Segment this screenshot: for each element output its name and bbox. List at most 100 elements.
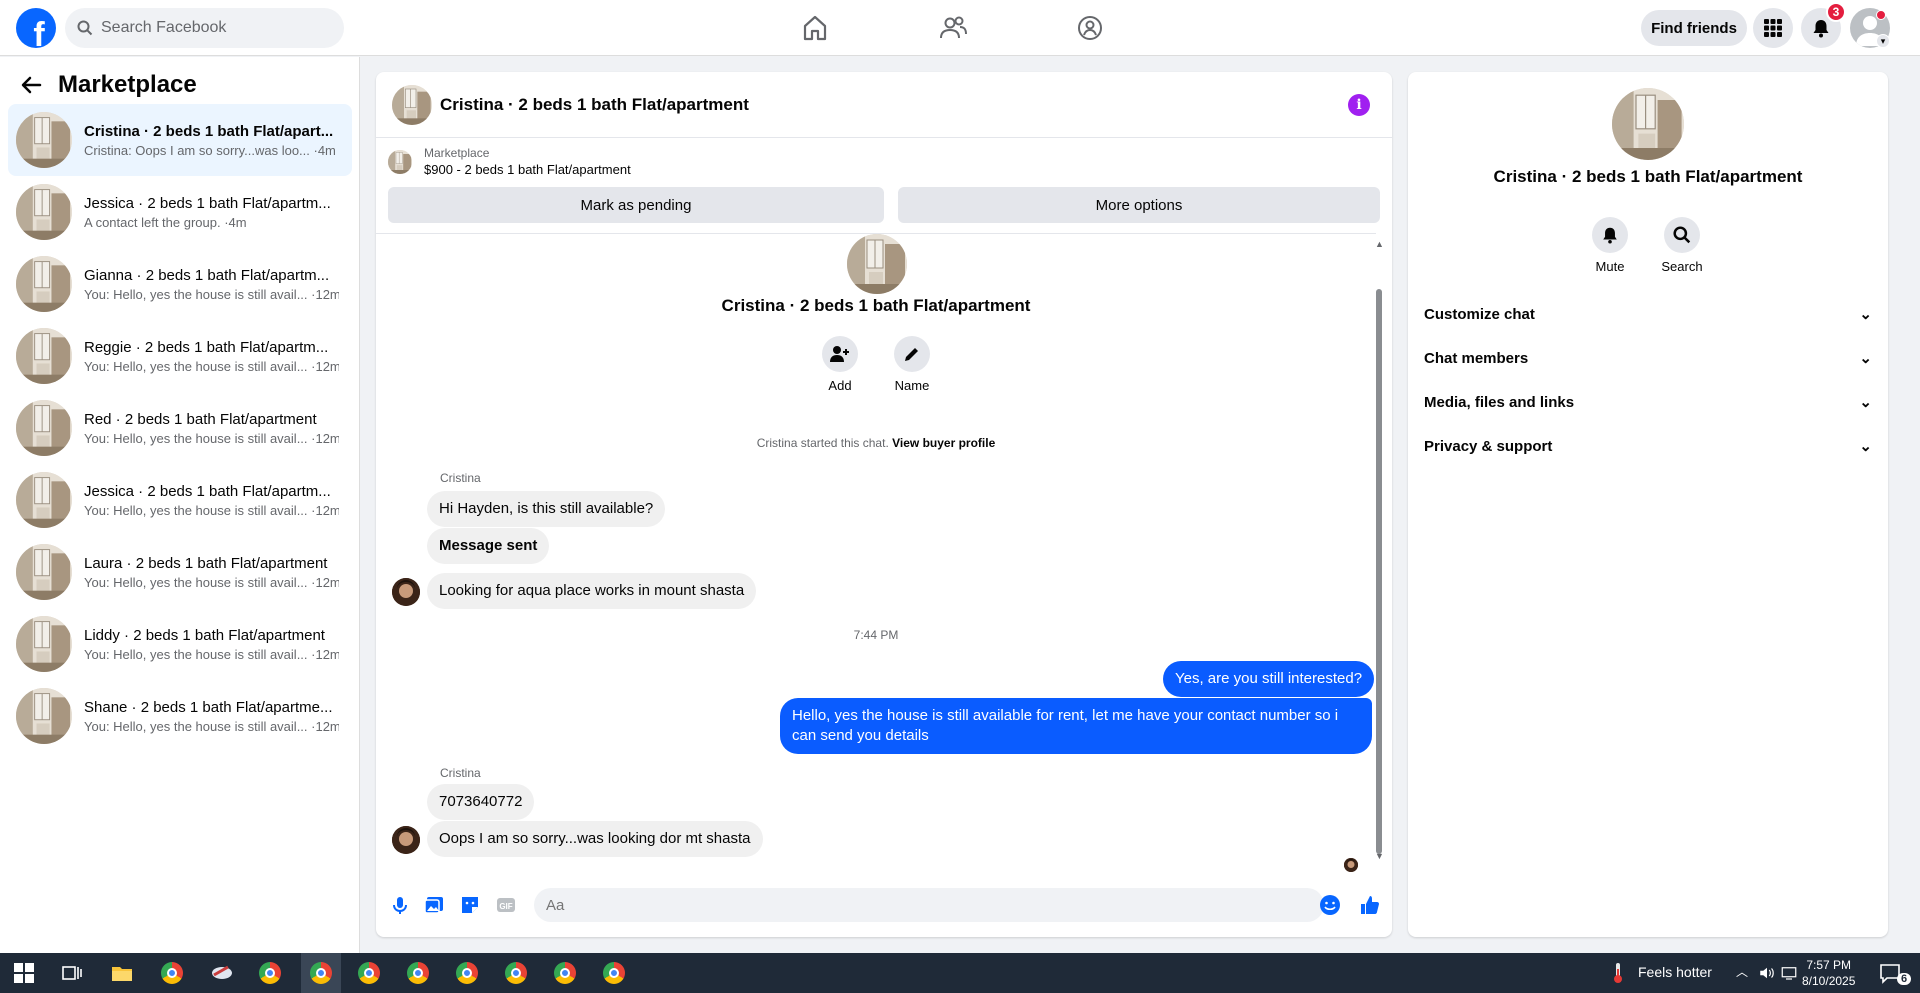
conversation-preview: Cristina: Oops I am so sorry...was loo..… xyxy=(84,142,336,158)
customize-chat-section[interactable]: Customize chat ⌄ xyxy=(1424,294,1872,334)
find-friends-button[interactable]: Find friends xyxy=(1641,10,1747,46)
photo-icon[interactable] xyxy=(423,894,445,916)
gif-icon[interactable]: GIF xyxy=(495,894,517,916)
chrome-icon[interactable] xyxy=(504,961,528,985)
chat-members-section[interactable]: Chat members ⌄ xyxy=(1424,338,1872,378)
message-bubble[interactable]: Looking for aqua place works in mount sh… xyxy=(427,573,757,609)
chrome-icon[interactable] xyxy=(160,961,184,985)
conversation-item[interactable]: Cristina · 2 beds 1 bath Flat/apart... Cr… xyxy=(8,104,352,176)
conversation-item[interactable]: Gianna · 2 beds 1 bath Flat/apartm... You… xyxy=(8,248,352,320)
conversation-preview: You: Hello, yes the house is still avail… xyxy=(84,358,339,374)
message-bubble[interactable]: Oops I am so sorry...was looking dor mt … xyxy=(427,821,763,857)
notification-count-badge: 6 xyxy=(1897,973,1912,985)
grid-menu-icon xyxy=(1764,19,1782,37)
chrome-icon[interactable] xyxy=(357,961,381,985)
sender-avatar[interactable] xyxy=(392,826,420,854)
facebook-logo-icon[interactable]: f xyxy=(16,8,56,48)
chrome-icon[interactable] xyxy=(309,961,333,985)
thread-scrollbar[interactable]: ▲ ▼ xyxy=(1375,239,1384,864)
bell-icon xyxy=(1603,227,1617,244)
app-icon[interactable] xyxy=(210,961,234,985)
conversation-item[interactable]: Liddy · 2 beds 1 bath Flat/apartment You:… xyxy=(8,608,352,680)
scroll-thumb[interactable] xyxy=(1376,289,1382,854)
conversation-thumbnail xyxy=(16,184,72,240)
sender-avatar[interactable] xyxy=(392,578,420,606)
conversation-thumbnail xyxy=(16,256,72,312)
thread-title: Cristina · 2 beds 1 bath Flat/apartment xyxy=(721,296,1031,315)
media-files-links-section[interactable]: Media, files and links ⌄ xyxy=(1424,382,1872,422)
emoji-icon[interactable] xyxy=(1319,894,1341,916)
home-icon[interactable] xyxy=(800,14,830,42)
view-buyer-profile-link[interactable]: View buyer profile xyxy=(892,436,995,450)
chrome-icon[interactable] xyxy=(455,961,479,985)
conversation-preview: You: Hello, yes the house is still avail… xyxy=(84,574,339,590)
windows-taskbar: Feels hotter ︿ 7:57 PM 8/10/2025 6 xyxy=(0,953,1920,993)
chrome-icon[interactable] xyxy=(553,961,577,985)
message-composer: GIF xyxy=(376,872,1392,937)
scroll-up-icon[interactable]: ▲ xyxy=(1375,239,1384,249)
windows-start-icon[interactable] xyxy=(12,961,36,985)
pencil-icon xyxy=(905,348,918,361)
menu-button[interactable] xyxy=(1753,8,1793,48)
conversation-name: Gianna · 2 beds 1 bath Flat/apartm... xyxy=(84,266,330,284)
conversation-thumbnail xyxy=(16,112,72,168)
svg-text:GIF: GIF xyxy=(499,902,512,911)
weather-label[interactable]: Feels hotter xyxy=(1638,964,1712,980)
top-bar: f Find friends 3 ▾ xyxy=(0,0,1920,56)
search-icon xyxy=(77,20,93,36)
search-chat-button[interactable]: Search xyxy=(1652,217,1712,274)
conversation-item[interactable]: Red · 2 beds 1 bath Flat/apartment You: H… xyxy=(8,392,352,464)
message-bubble[interactable]: Hi Hayden, is this still available? xyxy=(427,491,666,527)
thumbs-up-icon[interactable] xyxy=(1359,894,1381,916)
conversation-name: Shane · 2 beds 1 bath Flat/apartme... xyxy=(84,698,333,716)
add-label: Add xyxy=(828,378,852,393)
sender-name: Cristina xyxy=(440,471,481,485)
task-view-icon[interactable] xyxy=(60,961,84,985)
conversation-name: Laura · 2 beds 1 bath Flat/apartment xyxy=(84,554,328,572)
network-icon[interactable] xyxy=(1780,961,1798,985)
scroll-down-icon[interactable]: ▼ xyxy=(1375,851,1384,861)
name-button[interactable]: Name xyxy=(887,336,937,393)
system-clock[interactable]: 7:57 PM 8/10/2025 xyxy=(1802,957,1855,989)
message-bubble[interactable]: Message sent xyxy=(427,528,550,564)
chevron-down-icon[interactable]: ▾ xyxy=(1876,34,1890,48)
my-message-bubble[interactable]: Hello, yes the house is still available … xyxy=(780,698,1372,754)
conversation-thumbnail xyxy=(16,472,72,528)
conversation-item[interactable]: Jessica · 2 beds 1 bath Flat/apartm... Yo… xyxy=(8,464,352,536)
thermometer-icon xyxy=(1614,963,1622,983)
conversation-preview: You: Hello, yes the house is still avail… xyxy=(84,286,339,302)
conversation-item[interactable]: Laura · 2 beds 1 bath Flat/apartment You:… xyxy=(8,536,352,608)
sidebar-header: Marketplace xyxy=(20,71,197,99)
chrome-icon[interactable] xyxy=(406,961,430,985)
seen-avatar xyxy=(1344,858,1358,872)
sidebar-title: Marketplace xyxy=(58,71,197,98)
chevron-up-icon[interactable]: ︿ xyxy=(1736,963,1748,980)
friends-icon[interactable] xyxy=(938,14,968,42)
message-input[interactable] xyxy=(534,888,1324,922)
chrome-icon[interactable] xyxy=(258,961,282,985)
search-input[interactable] xyxy=(101,19,331,37)
message-bubble[interactable]: 7073640772 xyxy=(427,784,535,820)
search-box[interactable] xyxy=(65,8,344,48)
sender-name: Cristina xyxy=(440,766,481,780)
file-explorer-icon[interactable] xyxy=(110,961,134,985)
name-label: Name xyxy=(894,378,930,393)
conversation-name: Jessica · 2 beds 1 bath Flat/apartm... xyxy=(84,194,331,212)
conversation-item[interactable]: Reggie · 2 beds 1 bath Flat/apartm... You… xyxy=(8,320,352,392)
conversation-item[interactable]: Shane · 2 beds 1 bath Flat/apartme... You… xyxy=(8,680,352,752)
groups-icon[interactable] xyxy=(1075,14,1105,42)
chat-started-note: Cristina started this chat. View buyer p… xyxy=(756,436,996,450)
conversation-preview: You: Hello, yes the house is still avail… xyxy=(84,502,339,518)
back-arrow-icon[interactable] xyxy=(20,75,42,95)
mute-button[interactable]: Mute xyxy=(1580,217,1640,274)
speaker-icon[interactable] xyxy=(1758,961,1776,985)
my-message-bubble[interactable]: Yes, are you still interested? xyxy=(1163,661,1375,697)
add-button[interactable]: Add xyxy=(815,336,865,393)
conversation-item[interactable]: Jessica · 2 beds 1 bath Flat/apartm... A … xyxy=(8,176,352,248)
chevron-down-icon: ⌄ xyxy=(1859,350,1872,367)
sticker-icon[interactable] xyxy=(459,894,481,916)
privacy-support-section[interactable]: Privacy & support ⌄ xyxy=(1424,426,1872,466)
chrome-icon[interactable] xyxy=(602,961,626,985)
search-label: Search xyxy=(1661,259,1703,274)
microphone-icon[interactable] xyxy=(389,894,411,916)
